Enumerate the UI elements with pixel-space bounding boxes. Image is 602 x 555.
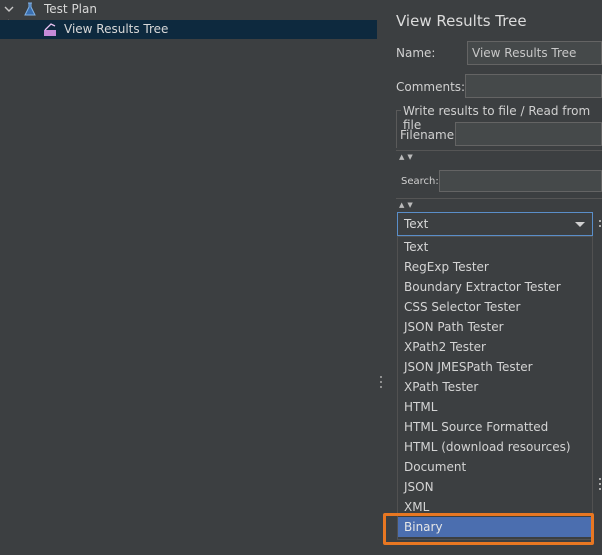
- renderer-option[interactable]: XPath2 Tester: [398, 337, 592, 357]
- renderer-option[interactable]: RegExp Tester: [398, 257, 592, 277]
- search-field[interactable]: [439, 170, 602, 192]
- renderer-option[interactable]: JSON Path Tester: [398, 317, 592, 337]
- collapse-arrows-icon[interactable]: ▲▼: [399, 153, 416, 161]
- renderer-dropdown-list: Text RegExp Tester Boundary Extractor Te…: [397, 236, 593, 540]
- divider: [396, 198, 602, 199]
- splitter-grip-icon[interactable]: [380, 376, 383, 390]
- flask-icon: [24, 2, 36, 16]
- renderer-option[interactable]: CSS Selector Tester: [398, 297, 592, 317]
- collapse-arrows-icon[interactable]: ▲▼: [399, 201, 416, 209]
- renderer-option[interactable]: XPath Tester: [398, 377, 592, 397]
- group-border: [396, 110, 397, 148]
- filename-field[interactable]: [455, 122, 602, 146]
- view-results-tree-panel: View Results Tree Name: View Results Tre…: [385, 0, 602, 555]
- renderer-option[interactable]: Text: [398, 237, 592, 257]
- renderer-option[interactable]: JSON JMESPath Tester: [398, 357, 592, 377]
- renderer-option[interactable]: JSON: [398, 477, 592, 497]
- tree-item-test-plan[interactable]: Test Plan: [0, 0, 377, 19]
- search-label: Search:: [401, 176, 439, 187]
- name-label: Name:: [396, 46, 436, 60]
- chevron-down-icon[interactable]: [575, 222, 585, 227]
- filename-label: Filename: [400, 128, 455, 142]
- renderer-option[interactable]: HTML Source Formatted: [398, 417, 592, 437]
- chevron-down-icon[interactable]: [4, 0, 14, 19]
- renderer-option[interactable]: XML: [398, 497, 592, 517]
- comments-label: Comments:: [396, 80, 466, 94]
- panel-title: View Results Tree: [396, 12, 527, 30]
- renderer-option[interactable]: HTML (download resources): [398, 437, 592, 457]
- renderer-option[interactable]: HTML: [398, 397, 592, 417]
- renderer-option-binary[interactable]: Binary: [398, 517, 592, 537]
- tree-item-label: View Results Tree: [64, 22, 169, 36]
- jmeter-window: Test Plan View Results Tree View Results…: [0, 0, 602, 555]
- test-plan-tree: Test Plan View Results Tree: [0, 0, 377, 555]
- tree-item-label: Test Plan: [44, 2, 97, 16]
- divider: [396, 150, 602, 151]
- renderer-selected-value: Text: [404, 217, 429, 231]
- name-field[interactable]: View Results Tree: [467, 41, 602, 65]
- tree-item-view-results-tree[interactable]: View Results Tree: [0, 20, 377, 39]
- comments-field[interactable]: [465, 74, 602, 98]
- renderer-option[interactable]: Boundary Extractor Tester: [398, 277, 592, 297]
- results-tree-icon: [44, 23, 56, 36]
- renderer-combo[interactable]: Text: [397, 212, 593, 236]
- renderer-option[interactable]: Document: [398, 457, 592, 477]
- panel-splitter[interactable]: [377, 0, 385, 555]
